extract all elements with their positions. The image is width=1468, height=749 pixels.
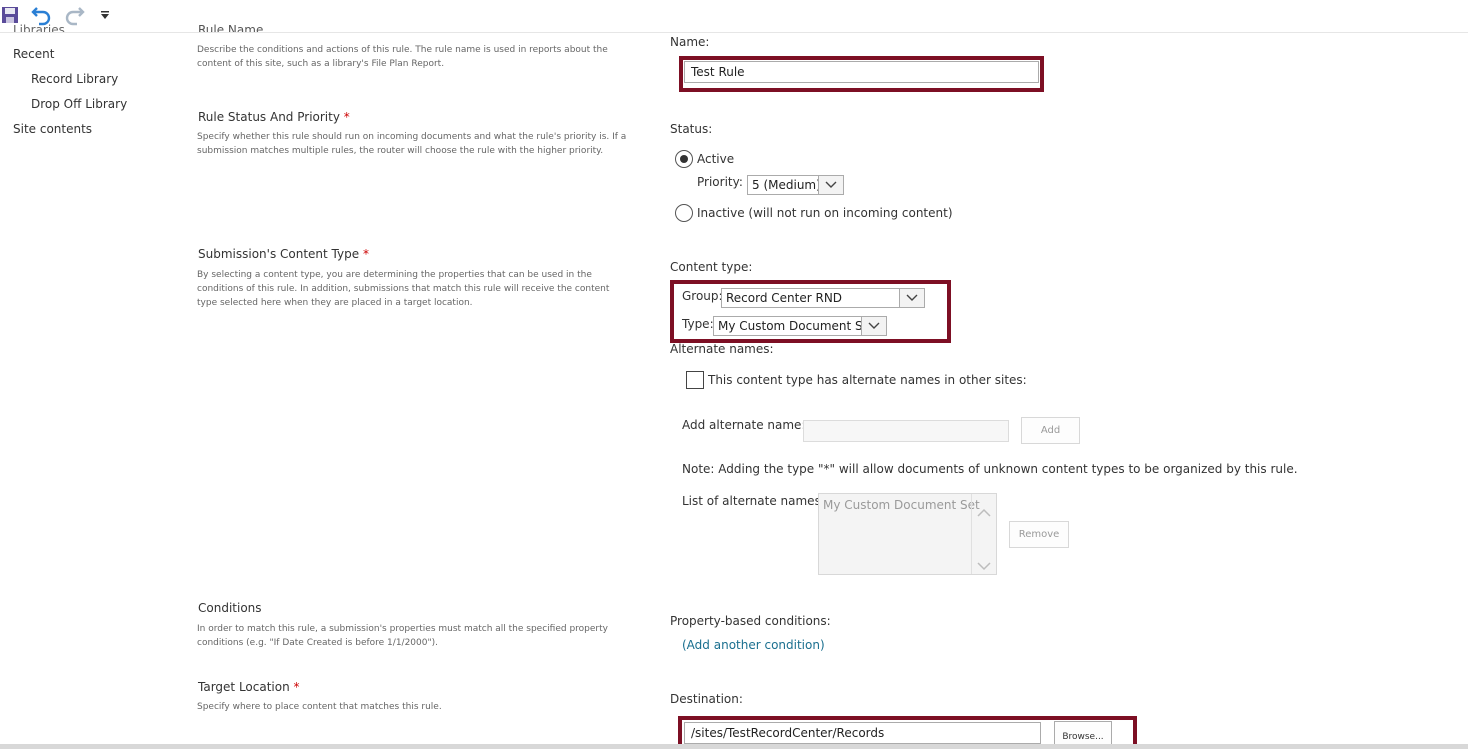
required-marker: * — [293, 680, 300, 694]
content-type-label: Content type: — [670, 260, 753, 274]
customize-dropdown-icon[interactable] — [96, 4, 114, 26]
required-marker: * — [362, 247, 369, 261]
target-location-title: Target Location * — [198, 680, 300, 694]
active-label: Active — [697, 152, 735, 166]
rule-status-description: Specify whether this rule should run on … — [197, 132, 627, 156]
target-location-description: Specify where to place content that matc… — [197, 702, 442, 712]
add-condition-link[interactable]: (Add another condition) — [682, 638, 825, 652]
destination-label: Destination: — [670, 692, 743, 706]
redo-icon[interactable] — [62, 4, 86, 26]
rule-name-title: Rule Name — [198, 23, 264, 32]
type-select-value: My Custom Document Set — [718, 319, 875, 333]
content-type-title: Submission's Content Type * — [198, 247, 369, 261]
alternate-names-checkbox-label: This content type has alternate names in… — [708, 373, 1027, 387]
nav-item-drop-off-library[interactable]: Drop Off Library — [31, 97, 127, 111]
type-select[interactable]: My Custom Document Set — [713, 316, 887, 336]
list-alternate-names-label: List of alternate names: — [682, 494, 825, 508]
inactive-label: Inactive (will not run on incoming conte… — [697, 206, 953, 220]
horizontal-scrollbar[interactable] — [0, 744, 1468, 749]
chevron-down-icon — [818, 176, 843, 194]
priority-select-value: 5 (Medium) — [752, 178, 821, 192]
type-label: Type: — [682, 317, 714, 331]
conditions-title: Conditions — [198, 601, 262, 615]
add-button[interactable]: Add — [1021, 417, 1080, 444]
group-select-value: Record Center RND — [726, 291, 843, 305]
chevron-down-icon[interactable] — [977, 556, 991, 575]
nav-libraries-partial[interactable]: Libraries — [13, 23, 65, 32]
rule-status-title: Rule Status And Priority * — [198, 110, 350, 124]
alternate-names-listbox[interactable]: My Custom Document Set — [818, 493, 997, 575]
status-label: Status: — [670, 122, 713, 136]
priority-select[interactable]: 5 (Medium) — [747, 175, 844, 195]
alternate-names-checkbox[interactable] — [686, 371, 704, 389]
remove-button[interactable]: Remove — [1009, 521, 1069, 548]
chevron-down-icon — [861, 317, 886, 335]
rule-name-description: Describe the conditions and actions of t… — [197, 45, 608, 69]
alternate-names-note: Note: Adding the type "*" will allow doc… — [682, 462, 1298, 476]
active-radio[interactable] — [675, 150, 693, 168]
nav-recent-heading[interactable]: Recent — [13, 47, 54, 61]
alternate-names-label: Alternate names: — [670, 342, 774, 356]
nav-site-contents[interactable]: Site contents — [13, 122, 92, 136]
group-select[interactable]: Record Center RND — [721, 288, 925, 308]
chevron-up-icon[interactable] — [977, 502, 991, 521]
group-label: Group: — [682, 289, 723, 303]
content-type-description: By selecting a content type, you are det… — [197, 270, 610, 308]
add-alternate-name-input[interactable] — [803, 420, 1009, 442]
priority-label: Priority: — [697, 175, 743, 189]
property-conditions-label: Property-based conditions: — [670, 614, 831, 628]
rule-name-input[interactable]: Test Rule — [684, 61, 1039, 83]
add-alternate-name-label: Add alternate name: — [682, 418, 806, 432]
nav-item-record-library[interactable]: Record Library — [31, 72, 118, 86]
conditions-description: In order to match this rule, a submissio… — [197, 624, 608, 648]
list-item[interactable]: My Custom Document Set — [823, 498, 980, 512]
listbox-scrollbar[interactable] — [971, 494, 996, 574]
chevron-down-icon — [899, 289, 924, 307]
destination-input[interactable]: /sites/TestRecordCenter/Records — [684, 722, 1041, 744]
inactive-radio[interactable] — [675, 204, 693, 222]
required-marker: * — [343, 110, 350, 124]
name-label: Name: — [670, 35, 710, 49]
